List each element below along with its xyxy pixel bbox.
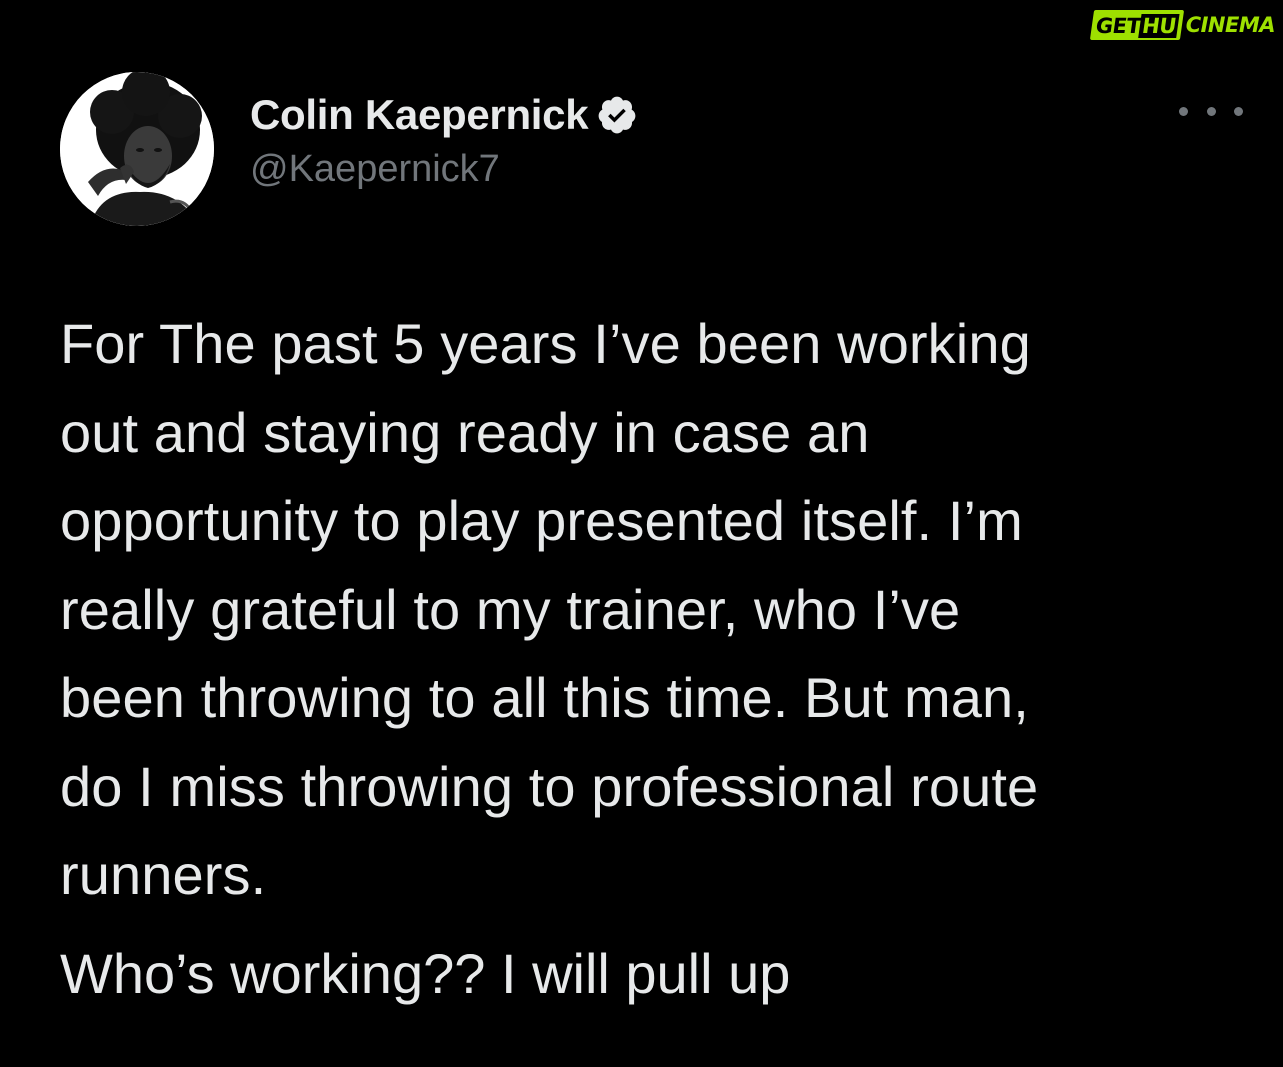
dot-icon <box>1234 106 1243 116</box>
tweet-text-paragraph-1: For The past 5 years I’ve been working o… <box>60 312 1039 906</box>
display-name[interactable]: Colin Kaepernick <box>250 91 589 139</box>
dot-icon <box>1206 106 1216 116</box>
watermark-logo: GETHU CINEMA <box>1089 10 1276 40</box>
user-handle[interactable]: @Kaepernick7 <box>250 148 638 191</box>
display-name-row: Colin Kaepernick <box>250 90 638 140</box>
tweet-header: Colin Kaepernick @Kaepernick7 <box>60 72 1243 227</box>
verified-badge-icon <box>596 94 638 136</box>
watermark-text-get: GET <box>1093 14 1142 38</box>
user-info: Colin Kaepernick @Kaepernick7 <box>250 90 638 191</box>
tweet-text-paragraph-2: Who’s working?? I will pull up <box>60 942 791 1005</box>
dot-icon <box>1179 106 1188 116</box>
watermark-part-2: CINEMA <box>1185 13 1276 37</box>
profile-photo-icon <box>60 72 214 226</box>
watermark-text-hu: HU <box>1138 14 1180 38</box>
avatar[interactable] <box>60 72 214 226</box>
more-options-icon[interactable] <box>1179 96 1243 126</box>
watermark-part-1: GETHU <box>1089 10 1184 40</box>
